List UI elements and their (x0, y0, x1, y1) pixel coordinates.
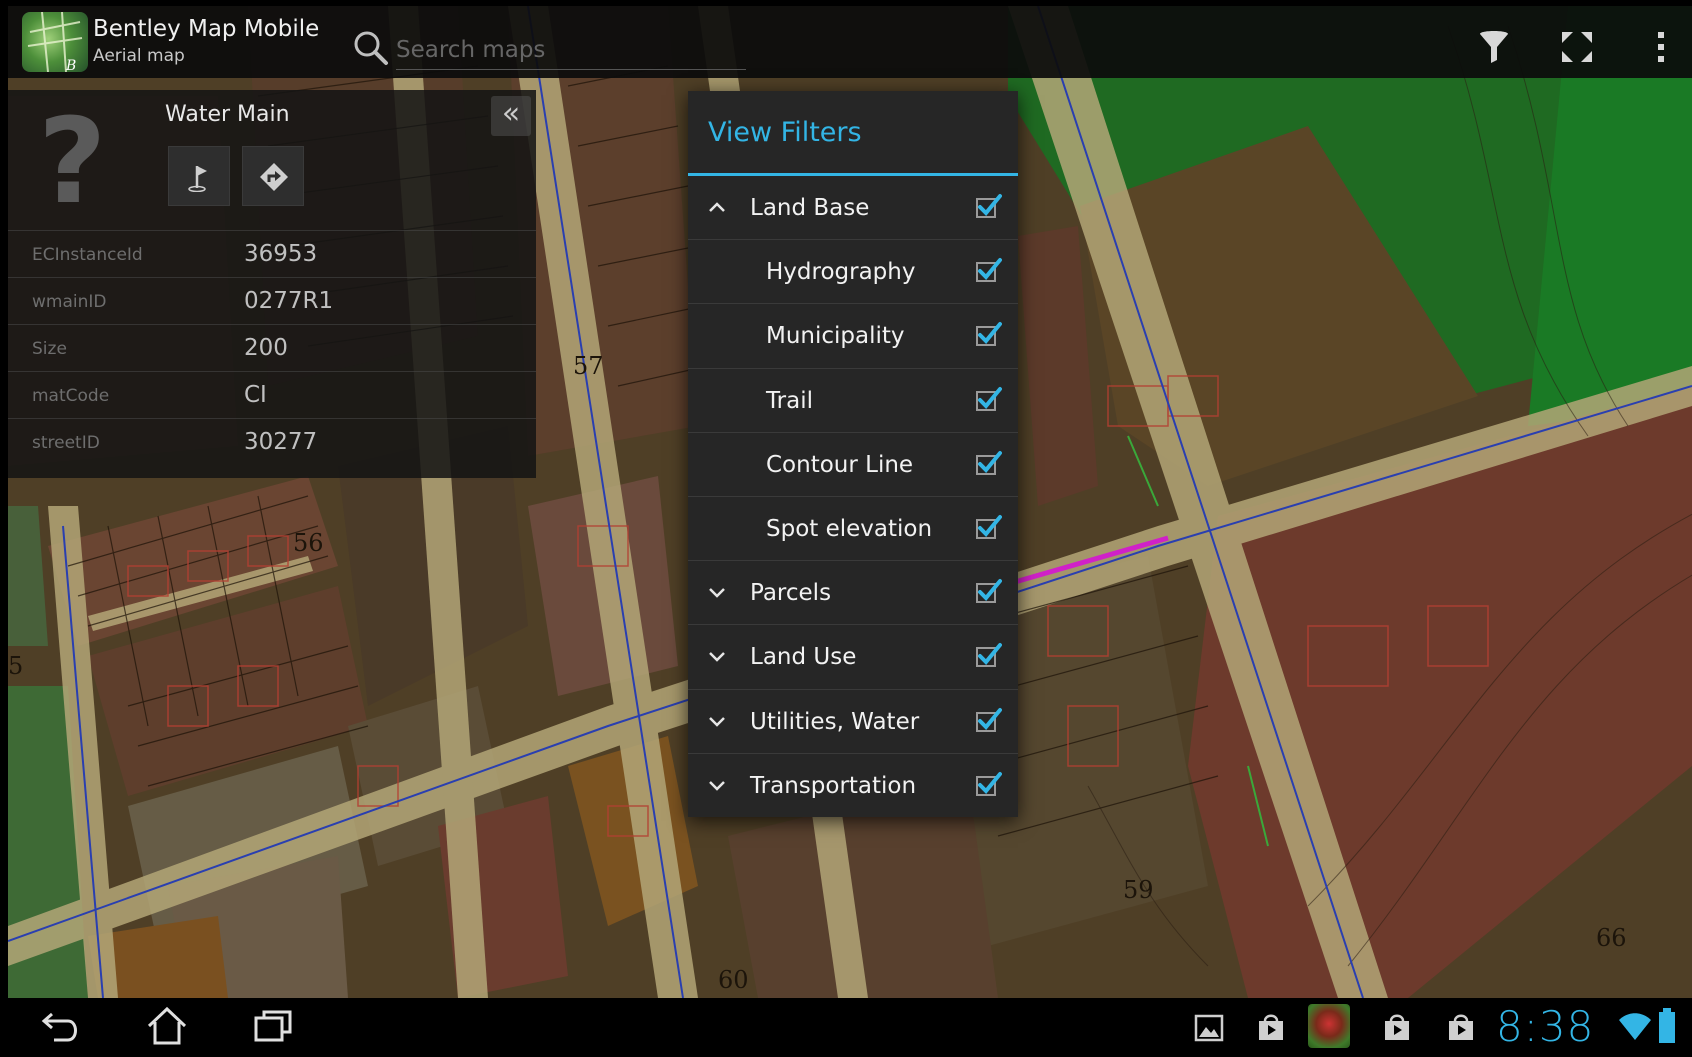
search-icon[interactable] (353, 30, 389, 66)
filter-item[interactable]: Land Base (688, 176, 1018, 241)
filter-item-label: Municipality (766, 323, 905, 350)
chevron-down-icon[interactable] (708, 585, 726, 599)
attribute-row: matCode CI (8, 371, 536, 418)
store-notification-icon[interactable] (1382, 1012, 1412, 1042)
filters-title: View Filters (708, 117, 862, 148)
attribute-name: Size (32, 339, 67, 359)
filter-icon[interactable] (1478, 30, 1510, 64)
filters-list: Land Base Hydrography Municipality Trail Con… (688, 176, 1018, 818)
flag-button[interactable] (168, 146, 230, 206)
attribute-value: 200 (244, 335, 288, 361)
panel-title: Water Main (165, 102, 290, 127)
chevron-down-icon[interactable] (708, 649, 726, 663)
filter-item-label: Land Base (750, 195, 870, 221)
bentley-app-notification-icon[interactable] (1308, 1004, 1350, 1048)
filter-item-label: Contour Line (766, 451, 914, 478)
chevron-down-icon[interactable] (708, 714, 726, 728)
recent-apps-icon[interactable] (252, 1008, 294, 1044)
action-bar: B Bentley Map Mobile Aerial map (8, 6, 1692, 78)
overflow-menu-icon[interactable] (1656, 30, 1666, 64)
attribute-value: 36953 (244, 241, 318, 267)
checkbox-checked-icon[interactable] (974, 449, 1002, 477)
map-label: 5 (8, 652, 23, 680)
checkbox-checked-icon[interactable] (974, 385, 1002, 413)
fullscreen-icon[interactable] (1562, 32, 1592, 62)
checkbox-checked-icon[interactable] (974, 706, 1002, 734)
filter-item-label: Hydrography (766, 259, 916, 286)
back-icon[interactable] (40, 1010, 84, 1044)
wifi-icon (1619, 1013, 1651, 1040)
app-subtitle: Aerial map (93, 46, 185, 66)
checkbox-checked-icon[interactable] (974, 641, 1002, 669)
filter-item-label: Spot elevation (766, 515, 933, 542)
directions-icon (260, 163, 288, 191)
attribute-value: CI (244, 382, 267, 408)
map-label: 57 (573, 352, 604, 380)
attribute-name: ECInstanceId (32, 245, 143, 265)
filter-item[interactable]: Transportation (688, 754, 1018, 818)
chevron-up-icon[interactable] (708, 200, 726, 214)
checkbox-checked-icon[interactable] (974, 770, 1002, 798)
attribute-value: 30277 (244, 429, 318, 455)
attribute-name: wmainID (32, 292, 107, 312)
filter-item[interactable]: Spot elevation (688, 497, 1018, 562)
status-clock: 8:38 (1496, 1002, 1595, 1051)
checkbox-checked-icon[interactable] (974, 256, 1002, 284)
view-filters-popup: View Filters Land Base Hydrography Municip… (688, 91, 1018, 817)
attribute-value: 0277R1 (244, 288, 334, 314)
directions-button[interactable] (242, 146, 304, 206)
attribute-name: streetID (32, 433, 100, 453)
filter-item[interactable]: Trail (688, 369, 1018, 433)
chevron-down-icon[interactable] (708, 778, 726, 792)
checkbox-checked-icon[interactable] (974, 577, 1002, 605)
unknown-feature-icon: ? (38, 92, 107, 230)
attribute-row: ECInstanceId 36953 (8, 230, 536, 277)
search-input[interactable] (396, 30, 746, 70)
attribute-row: streetID 30277 (8, 418, 536, 465)
map-label: 60 (718, 966, 749, 994)
filter-item-label: Parcels (750, 580, 832, 607)
filter-item-label: Transportation (750, 772, 917, 799)
filter-item[interactable]: Utilities, Water (688, 690, 1018, 754)
map-label: 66 (1596, 924, 1627, 952)
filter-item[interactable]: Parcels (688, 561, 1018, 626)
svg-text:B: B (65, 58, 76, 72)
attribute-table: ECInstanceId 36953 wmainID 0277R1 Size 2… (8, 230, 536, 465)
battery-icon (1659, 1008, 1675, 1043)
checkbox-checked-icon[interactable] (974, 320, 1002, 348)
filter-item[interactable]: Land Use (688, 625, 1018, 690)
flag-icon (188, 166, 207, 192)
filter-item[interactable]: Municipality (688, 304, 1018, 369)
home-icon[interactable] (146, 1006, 188, 1046)
filter-item[interactable]: Hydrography (688, 240, 1018, 305)
filter-item[interactable]: Contour Line (688, 433, 1018, 497)
attribute-row: wmainID 0277R1 (8, 277, 536, 324)
app-logo-icon[interactable]: B (22, 12, 88, 72)
filter-item-label: Land Use (750, 644, 857, 671)
gallery-notification-icon[interactable] (1194, 1014, 1224, 1042)
store-notification-icon[interactable] (1446, 1012, 1476, 1042)
store-notification-icon[interactable] (1256, 1012, 1286, 1042)
feature-info-panel: ? Water Main « ECInstanceId 36953 wmainI… (8, 90, 536, 478)
double-chevron-left-icon: « (501, 96, 521, 131)
attribute-name: matCode (32, 386, 110, 406)
checkbox-checked-icon[interactable] (974, 192, 1002, 220)
system-navigation-bar: 8:38 (8, 998, 1692, 1057)
attribute-row: Size 200 (8, 324, 536, 371)
collapse-panel-button[interactable]: « (491, 96, 531, 136)
app-title: Bentley Map Mobile (93, 16, 320, 42)
filter-item-label: Trail (766, 387, 813, 414)
map-label: 56 (293, 529, 324, 557)
checkbox-checked-icon[interactable] (974, 513, 1002, 541)
filter-item-label: Utilities, Water (750, 708, 920, 735)
map-label: 59 (1123, 876, 1154, 904)
